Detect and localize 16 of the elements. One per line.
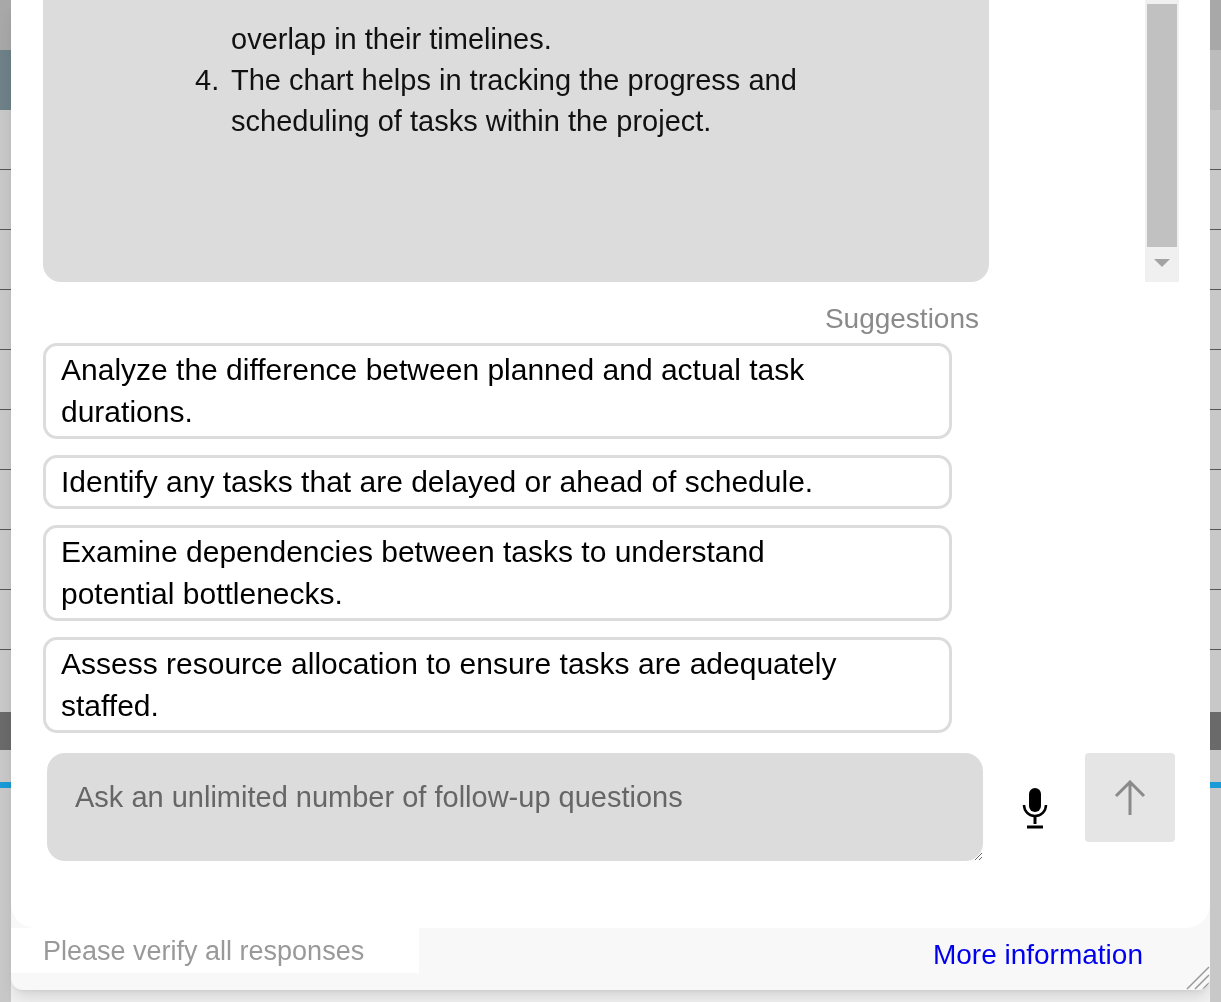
suggestion-button[interactable]: Identify any tasks that are delayed or ahead of schedule. bbox=[43, 455, 952, 509]
suggestion-button[interactable]: Analyze the difference between planned and actual task durations. bbox=[43, 343, 952, 439]
list-number: 4. bbox=[195, 64, 220, 96]
scroll-down-icon[interactable] bbox=[1154, 259, 1170, 268]
suggestions-label: Suggestions bbox=[824, 302, 979, 336]
arrow-up-icon bbox=[1114, 779, 1146, 816]
suggestion-button[interactable]: Assess resource allocation to ensure tasks are adequately staffed. bbox=[43, 637, 952, 733]
suggestion-button[interactable]: Examine dependencies between tasks to understand potential bottlenecks. bbox=[43, 525, 952, 621]
send-button[interactable] bbox=[1085, 753, 1175, 842]
question-field[interactable]: Ask an unlimited number of follow-up questions bbox=[47, 753, 983, 861]
disclaimer-text: Please verify all responses bbox=[11, 928, 419, 973]
microphone-icon[interactable] bbox=[1021, 787, 1049, 831]
answer-text: overlap in their timelines. bbox=[231, 22, 552, 57]
answer-text: The chart helps in tracking the progress and scheduling of tasks within the project. bbox=[231, 63, 798, 139]
more-information-link[interactable]: More information bbox=[932, 934, 1143, 976]
scrollbar[interactable] bbox=[1145, 0, 1179, 282]
